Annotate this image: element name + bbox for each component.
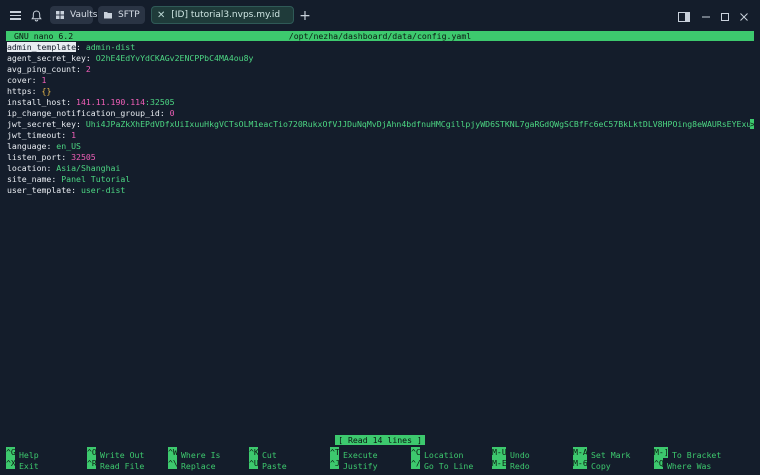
line-value: 141.11.190.114	[76, 97, 146, 107]
config-line: user_template: user-dist	[7, 185, 126, 195]
tab-sftp[interactable]: SFTP	[98, 6, 145, 24]
sidebar-toggle-icon[interactable]	[677, 8, 691, 25]
line-value: Panel Tutorial	[61, 174, 131, 184]
terminal-editor[interactable]: GNU nano 6.2 /opt/nezha/dashboard/data/c…	[6, 31, 754, 471]
line-key: avg_ping_count	[7, 64, 77, 74]
vault-icon	[55, 10, 65, 20]
config-line: listen_port: 32505	[7, 152, 96, 162]
line-port: :32505	[145, 97, 175, 107]
shortcut-redo[interactable]: M-E Redo	[492, 458, 530, 471]
shortcut-to-bracket[interactable]: M-] To Bracket	[654, 447, 721, 460]
line-value: en_US	[56, 141, 81, 151]
shortcut-help[interactable]: ^G Help	[6, 447, 39, 460]
shortcut-cut[interactable]: ^K Cut	[249, 447, 277, 460]
line-key: jwt_secret_key	[7, 119, 77, 129]
line-key: ip_change_notification_group_id	[7, 108, 160, 118]
line-key: https	[7, 86, 32, 96]
shortcut-where-is[interactable]: ^W Where Is	[168, 447, 220, 460]
tab-host-session[interactable]: ✕ [ID] tutorial3.nvps.my.id	[151, 6, 294, 24]
line-key: location	[7, 163, 47, 173]
shortcut-undo[interactable]: M-U Undo	[492, 447, 530, 460]
bell-icon[interactable]	[29, 7, 43, 24]
line-key: user_template	[7, 185, 72, 195]
line-value: Asia/Shanghai	[56, 163, 121, 173]
config-line: agent_secret_key: O2hE4EdYvYdCKAGv2ENCPP…	[7, 53, 254, 63]
line-value: 1	[71, 130, 77, 140]
maximize-icon[interactable]	[718, 8, 732, 25]
line-value: 32505	[71, 152, 96, 162]
shortcut-where-was[interactable]: ^Q Where Was	[654, 458, 711, 471]
shortcut-copy[interactable]: M-6 Copy	[573, 458, 611, 471]
file-path: /opt/nezha/dashboard/data/config.yaml	[288, 31, 472, 41]
shortcut-read-file[interactable]: ^R Read File	[87, 458, 144, 471]
shortcut-paste[interactable]: ^U Paste	[249, 458, 287, 471]
line-key: listen_port	[7, 152, 62, 162]
line-key: cover	[7, 75, 32, 85]
line-value: O2hE4EdYvYdCKAGv2ENCPPbC4MA4ou8y	[95, 53, 254, 63]
close-icon[interactable]: ✕	[157, 10, 165, 21]
title-bar: Vaults SFTP ✕ [ID] tutorial3.nvps.my.id …	[0, 0, 760, 30]
config-line: language: en_US	[7, 141, 81, 151]
tab-label: Vaults	[70, 10, 98, 20]
shortcut-write-out[interactable]: ^O Write Out	[87, 447, 144, 460]
config-line: ip_change_notification_group_id: 0	[7, 108, 175, 118]
tab-vaults[interactable]: Vaults	[50, 6, 97, 24]
add-tab-button[interactable]: +	[299, 7, 311, 24]
config-line: admin_template: admin-dist	[7, 42, 136, 52]
config-line: jwt_secret_key: Uhi4JPaZkXhEPdVDfxUiIxuu…	[7, 119, 754, 130]
close-window-icon[interactable]	[737, 8, 751, 25]
line-value: 2	[85, 64, 91, 74]
line-value: 0	[169, 108, 175, 118]
shortcut-execute[interactable]: ^T Execute	[330, 447, 378, 460]
shortcut-location[interactable]: ^C Location	[411, 447, 463, 460]
shortcut-replace[interactable]: ^\ Replace	[168, 458, 216, 471]
line-key: admin_template	[7, 42, 77, 52]
line-value: admin-dist	[85, 42, 136, 52]
menu-icon[interactable]	[8, 7, 22, 24]
shortcut-go-to-line[interactable]: ^/Go To Line	[411, 458, 473, 471]
shortcut-set-mark[interactable]: M-A Set Mark	[573, 447, 630, 460]
config-line: site_name: Panel Tutorial	[7, 174, 131, 184]
shortcut-justify[interactable]: ^J Justify	[330, 458, 378, 471]
line-value: 1	[41, 75, 47, 85]
file-content[interactable]: admin_template: admin-dist agent_secret_…	[7, 42, 754, 196]
config-line: avg_ping_count: 2	[7, 64, 91, 74]
folder-icon	[103, 10, 113, 20]
nano-header-bar: GNU nano 6.2 /opt/nezha/dashboard/data/c…	[6, 31, 754, 41]
config-line: install_host: 141.11.190.114:32505	[7, 97, 175, 107]
shortcut-exit[interactable]: ^X Exit	[6, 458, 39, 471]
status-bar: [ Read 14 lines ]	[6, 435, 754, 445]
line-key: jwt_timeout	[7, 130, 62, 140]
tab-label: SFTP	[118, 10, 140, 20]
minimize-icon[interactable]	[699, 8, 713, 25]
status-message: [ Read 14 lines ]	[335, 435, 425, 445]
config-line: cover: 1	[7, 75, 47, 85]
line-key: site_name	[7, 174, 52, 184]
line-value: Uhi4JPaZkXhEPdVDfxUiIxuuHkgVCTsOLM1eacTi…	[85, 119, 754, 129]
line-key: install_host	[7, 97, 67, 107]
config-line: https: {}	[7, 86, 52, 96]
config-line: location: Asia/Shanghai	[7, 163, 121, 173]
line-key: language	[7, 141, 47, 151]
line-key: agent_secret_key	[7, 53, 86, 63]
config-line: jwt_timeout: 1	[7, 130, 77, 140]
line-value: {}	[41, 86, 52, 96]
tab-label: [ID] tutorial3.nvps.my.id	[171, 10, 281, 20]
line-overflow-marker: >	[750, 119, 754, 129]
line-value: user-dist	[80, 185, 126, 195]
